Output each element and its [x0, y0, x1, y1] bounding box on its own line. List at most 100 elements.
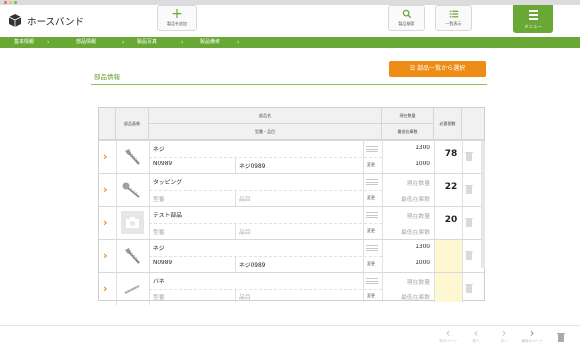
min-stock: 1000 [415, 161, 430, 167]
screw-icon [125, 248, 140, 264]
table-row[interactable]: › ネジ N0989 ネジ0989 変更 1300 1000 78 [99, 140, 484, 173]
chevron-right-icon[interactable]: › [103, 150, 112, 163]
change-button[interactable]: 変更 [367, 228, 375, 234]
trash-icon [557, 333, 565, 342]
part-item: ネジ0989 [239, 164, 266, 170]
chevron-right-icon[interactable]: › [103, 249, 112, 262]
part-model: 型番 [153, 197, 165, 203]
table-row[interactable]: › タッピング 型番 品目 変更 現在数量 最低在庫数 22 [99, 173, 484, 206]
prev-button[interactable]: ‹ 前へ [464, 327, 488, 345]
header-current-qty: 現在数量 [382, 108, 434, 124]
logo-box-icon [8, 14, 22, 27]
camera-icon [126, 217, 139, 228]
required-count-input[interactable] [434, 240, 462, 272]
chevron-left-icon: ‹ [445, 326, 451, 340]
chevron-right-icon: › [237, 39, 240, 46]
list-icon [449, 10, 459, 18]
table-row[interactable]: › テスト部品 型番 品目 変更 現在数量 最低在庫数 20 [99, 206, 484, 239]
change-button[interactable]: 変更 [367, 162, 375, 168]
part-name: タッピング [153, 180, 182, 186]
search-icon [402, 9, 412, 19]
section-title: 部品情報 [94, 73, 120, 81]
change-button[interactable]: 変更 [367, 293, 375, 299]
close-window-icon[interactable] [4, 1, 7, 4]
min-stock: 最低在庫数 [401, 230, 430, 236]
part-name: ネジ [153, 246, 165, 252]
header-spacer [462, 108, 484, 140]
spring-icon [124, 285, 140, 294]
trash-icon[interactable] [465, 217, 473, 227]
chevron-right-icon[interactable]: › [103, 282, 112, 295]
part-name: テスト部品 [153, 213, 182, 219]
add-part-button[interactable]: + 製品を追加 [157, 5, 197, 31]
trash-icon[interactable] [465, 184, 473, 194]
part-item: 品目 [239, 197, 251, 203]
next-button[interactable]: › 次へ [492, 327, 516, 345]
part-model: 型番 [153, 230, 165, 236]
stock-list-icon [366, 179, 378, 189]
zoom-window-icon[interactable] [14, 1, 17, 4]
minimize-window-icon[interactable] [9, 1, 12, 4]
header-name: 部品名 [149, 108, 382, 124]
header-required-count: 必要個数 [434, 108, 462, 140]
chevron-right-icon: › [181, 39, 184, 46]
current-qty: 1300 [415, 145, 430, 151]
part-item: 品目 [239, 295, 251, 301]
table-scrollbar[interactable] [481, 140, 485, 268]
part-model: N0989 [153, 260, 173, 266]
min-stock: 1000 [415, 260, 430, 266]
header-min-stock: 最低在庫数 [382, 124, 434, 140]
image-placeholder [121, 211, 144, 234]
chevron-right-icon: › [47, 39, 50, 46]
last-page-button[interactable]: › 最後のページ [520, 327, 544, 345]
section-divider [91, 84, 487, 85]
select-from-parts-list-button[interactable]: ☰ 部品一覧から選択 [389, 61, 486, 77]
trash-icon[interactable] [465, 283, 473, 293]
part-model: 型番 [153, 295, 165, 301]
footer-divider [0, 325, 580, 326]
delete-button[interactable]: 削除 [549, 327, 573, 345]
table-row[interactable]: › ネジ N0989 ネジ0989 変更 1300 1000 [99, 239, 484, 272]
tapping-screw-icon [122, 182, 140, 198]
trash-icon[interactable] [465, 250, 473, 260]
current-qty: 1300 [415, 244, 430, 250]
stock-list-icon [366, 212, 378, 222]
chevron-right-icon[interactable]: › [103, 183, 112, 196]
chevron-right-icon: › [122, 39, 125, 46]
hamburger-icon [529, 10, 538, 22]
part-name: ネジ [153, 147, 165, 153]
chevron-right-icon: › [501, 326, 507, 340]
header-model-item: 型番・品目 [149, 124, 382, 140]
parts-table: 部品画像 部品名 型番・品目 現在数量 最低在庫数 必要個数 › ネジ N098… [98, 107, 485, 305]
part-model: N0989 [153, 161, 173, 167]
change-button[interactable]: 変更 [367, 195, 375, 201]
trash-icon[interactable] [465, 151, 473, 161]
app-title: ホースバンド [27, 17, 85, 28]
plus-icon: + [171, 6, 183, 22]
stock-list-icon [366, 146, 378, 156]
header-spacer [99, 108, 116, 140]
nav-part-info[interactable]: 部品情報 [76, 37, 96, 48]
menu-button[interactable]: メニュー [513, 5, 553, 33]
nav-basic-info[interactable]: 基本情報 [14, 37, 34, 48]
chevron-right-icon: › [529, 326, 535, 340]
part-item: 品目 [239, 230, 251, 236]
table-row[interactable]: › バネ 型番 品目 変更 現在数量 最低在庫数 [99, 272, 484, 305]
min-stock: 最低在庫数 [401, 295, 430, 301]
part-item: ネジ0989 [239, 263, 266, 269]
search-button[interactable]: 製品検索 [388, 5, 425, 31]
chevron-right-icon[interactable]: › [103, 216, 112, 229]
nav-product-photo[interactable]: 製品写真 [137, 37, 157, 48]
stock-list-icon [366, 278, 378, 288]
current-qty: 現在数量 [406, 280, 430, 286]
change-button[interactable]: 変更 [367, 261, 375, 267]
chevron-left-icon: ‹ [473, 326, 479, 340]
stock-list-icon [366, 245, 378, 255]
current-qty: 現在数量 [406, 214, 430, 220]
list-button[interactable]: 一覧表示 [435, 5, 472, 31]
current-qty: 現在数量 [406, 181, 430, 187]
first-page-button[interactable]: ‹ 前のページ [436, 327, 460, 345]
min-stock: 最低在庫数 [401, 197, 430, 203]
required-count-input[interactable] [434, 273, 462, 302]
nav-product-notes[interactable]: 製品備考 [200, 37, 220, 48]
